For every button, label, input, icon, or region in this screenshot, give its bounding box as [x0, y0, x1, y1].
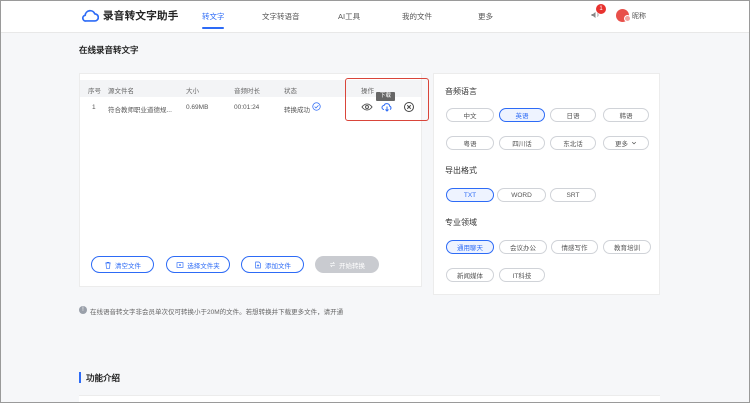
format-option-srt[interactable]: SRT: [550, 188, 596, 202]
language-option-cantonese[interactable]: 粤语: [446, 136, 494, 150]
info-icon: !: [79, 306, 87, 314]
delete-close-icon[interactable]: [403, 101, 415, 113]
chevron-down-icon: [631, 141, 637, 145]
nav-item-ai-tools[interactable]: AI工具: [338, 11, 360, 22]
domain-option-education[interactable]: 教育培训: [603, 240, 651, 254]
format-option-txt[interactable]: TXT: [446, 188, 494, 202]
language-option-sichuan[interactable]: 四川话: [499, 136, 545, 150]
row-status: 转换成功: [284, 107, 310, 114]
language-option-english[interactable]: 英语: [499, 108, 545, 122]
app-logo[interactable]: 录音转文字助手: [82, 8, 179, 23]
column-header-index: 序号: [88, 88, 101, 95]
domain-option-it-tech[interactable]: IT科技: [499, 268, 545, 282]
feature-intro-panel: [79, 395, 660, 403]
language-option-japanese[interactable]: 日语: [550, 108, 596, 122]
audio-language-title: 音频语言: [445, 87, 477, 96]
app-title: 录音转文字助手: [103, 10, 179, 22]
page-title: 在线录音转文字: [79, 45, 139, 55]
row-index: 1: [92, 104, 96, 111]
select-folder-button[interactable]: 选择文件夹: [166, 256, 230, 273]
domain-option-news-media[interactable]: 新闻媒体: [446, 268, 494, 282]
trash-icon: [105, 261, 111, 269]
options-panel: [433, 73, 660, 295]
row-duration: 00:01:24: [234, 104, 260, 111]
language-option-northeast[interactable]: 东北话: [550, 136, 596, 150]
export-format-title: 导出格式: [445, 166, 477, 175]
language-option-chinese[interactable]: 中文: [446, 108, 494, 122]
success-check-icon: [312, 102, 321, 111]
nav-item-more[interactable]: 更多: [478, 11, 493, 22]
nav-active-indicator: [202, 27, 224, 29]
column-header-duration: 音频时长: [234, 88, 260, 95]
domain-option-meeting-office[interactable]: 会议办公: [499, 240, 547, 254]
select-folder-label: 选择文件夹: [187, 262, 220, 270]
section-accent-bar: [79, 372, 81, 383]
preview-eye-icon[interactable]: [361, 101, 373, 113]
start-conversion-button[interactable]: 开始转换: [315, 256, 379, 273]
user-nickname[interactable]: 昵称: [632, 11, 646, 21]
clear-files-button[interactable]: 清空文件: [91, 256, 154, 273]
column-header-status: 状态: [284, 88, 297, 95]
row-size: 0.69MB: [186, 104, 209, 111]
column-header-actions: 操作: [361, 88, 374, 95]
language-option-more[interactable]: 更多: [603, 136, 649, 150]
cloud-logo-icon: [82, 9, 99, 22]
domain-title: 专业领域: [445, 218, 477, 227]
member-notice: 在线语音转文字非会员单次仅可转换小于20M的文件。若想转换并下载更多文件，请开通: [90, 309, 344, 316]
nav-item-text-to-speech[interactable]: 文字转语音: [262, 11, 300, 22]
format-option-word[interactable]: WORD: [497, 188, 546, 202]
language-more-label: 更多: [615, 141, 628, 148]
domain-option-emotional-writing[interactable]: 情感写作: [551, 240, 598, 254]
folder-icon: [176, 261, 184, 268]
start-conversion-label: 开始转换: [339, 262, 365, 270]
row-filename: 符合教师职业道德规...: [108, 107, 172, 114]
language-option-korean[interactable]: 韩语: [603, 108, 649, 122]
add-file-label: 添加文件: [265, 262, 291, 270]
clear-files-label: 清空文件: [115, 262, 141, 270]
nav-item-my-files[interactable]: 我的文件: [402, 11, 432, 22]
domain-option-general-chat[interactable]: 通用聊天: [446, 240, 494, 254]
add-file-icon: [255, 261, 261, 268]
column-header-filename: 源文件名: [108, 88, 134, 95]
vip-badge-icon: [624, 15, 631, 22]
download-icon[interactable]: [381, 101, 393, 113]
convert-icon: [329, 261, 336, 268]
feature-intro-heading: 功能介绍: [86, 373, 121, 383]
column-header-size: 大小: [186, 88, 199, 95]
top-header: 录音转文字助手 转文字 文字转语音 AI工具 我的文件 更多 1 昵称: [0, 0, 750, 33]
nav-item-speech-to-text[interactable]: 转文字: [202, 11, 225, 22]
notification-badge: 1: [596, 4, 606, 14]
download-tooltip: 下载: [376, 92, 395, 101]
add-file-button[interactable]: 添加文件: [241, 256, 304, 273]
